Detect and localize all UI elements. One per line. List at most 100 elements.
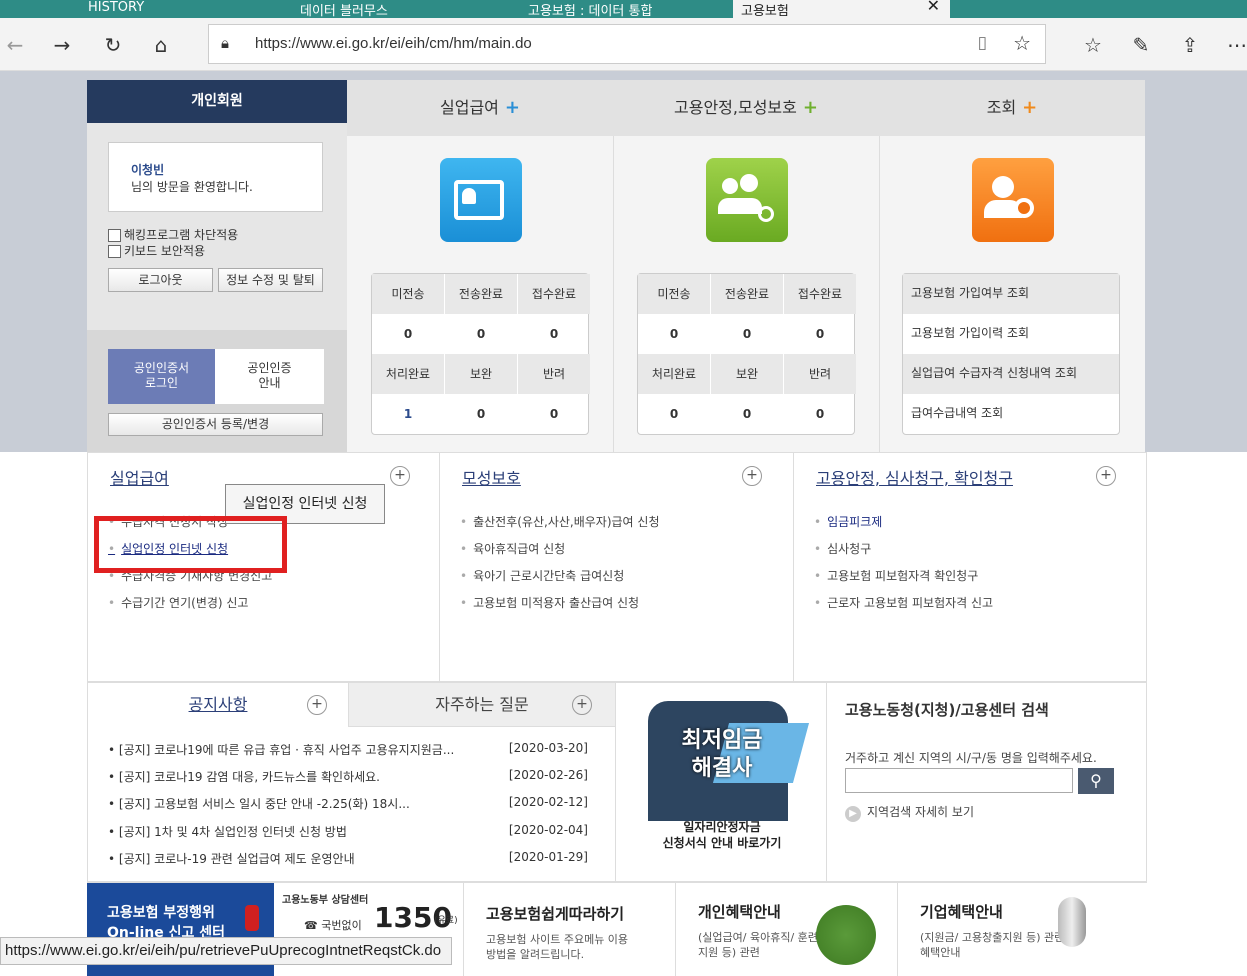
company-benefits-banner[interactable]: 기업혜택안내 (지원금/ 고용창출지원 등) 관련 혜택안내 (898, 883, 1147, 976)
cert-login-button[interactable]: 공인인증서 로그인 (108, 349, 215, 404)
family-stroller-icon[interactable] (706, 158, 788, 242)
favorite-star-icon[interactable]: ☆ (1013, 31, 1031, 55)
minimum-wage-promo[interactable]: 최저임금 해결사 일자리안정자금 신청서식 안내 바로가기 (615, 683, 827, 881)
stat-value[interactable]: 0 (784, 394, 856, 434)
stat-value[interactable]: 0 (784, 314, 856, 354)
cert-guide-line: 안내 (258, 376, 281, 390)
pen-icon[interactable]: ✎ (1126, 30, 1156, 60)
personal-benefits-banner[interactable]: 개인혜택안내 (실업급여/ 육아휴직/ 훈련지원 등) 관련 (676, 883, 898, 976)
tab-label: HISTORY (88, 0, 145, 15)
head-shape (992, 176, 1014, 198)
menu-item[interactable]: 임금피크제 (814, 513, 882, 530)
inquiry-item[interactable]: 실업급여 수급자격 신청내역 조회 (903, 354, 1119, 394)
stat-value[interactable]: 0 (445, 314, 517, 354)
back-icon[interactable]: ← (0, 30, 30, 60)
menu-title-maternity[interactable]: 모성보호 (462, 465, 521, 489)
alarm-icon (245, 905, 259, 931)
refresh-icon[interactable]: ↻ (98, 30, 128, 60)
cert-register-button[interactable]: 공인인증서 등록/변경 (108, 413, 323, 436)
favorites-list-icon[interactable]: ☆ (1078, 30, 1108, 60)
promo-headline: 최저임금 해결사 (638, 727, 806, 783)
more-icon[interactable]: ⋯ (1222, 30, 1247, 60)
stat-value[interactable]: 1 (372, 394, 444, 434)
person-search-icon[interactable] (972, 158, 1054, 242)
stat-value[interactable]: 0 (445, 394, 517, 434)
notice-section: 공지사항 + 자주하는 질문 + • [공지] 코로나19에 따른 유급 휴업 … (87, 682, 1147, 882)
microphone-icon (1058, 897, 1086, 947)
menu-maternity: 모성보호 + 출산전후(유산,사산,배우자)급여 신청 육아휴직급여 신청 육아… (440, 453, 794, 681)
region-detail-link[interactable]: ▶ 지역검색 자세히 보기 (845, 803, 974, 822)
home-icon[interactable]: ⌂ (146, 30, 176, 60)
menu-item[interactable]: 육아기 근로시간단축 급여신청 (460, 567, 624, 584)
share-icon[interactable]: ⇪ (1175, 30, 1205, 60)
easy-guide-banner[interactable]: 고용보험쉽게따라하기 고용보험 사이트 주요메뉴 이용방법을 알려드립니다. (464, 883, 676, 976)
notice-row[interactable]: • [공지] 코로나-19 관련 실업급여 제도 운영안내 [2020-01-29… (108, 850, 588, 867)
notice-title[interactable]: [공지] 코로나-19 관련 실업급여 제도 운영안내 (119, 852, 355, 866)
checkbox-box[interactable] (108, 245, 121, 258)
menu-title-stability[interactable]: 고용안정, 심사청구, 확인청구 (816, 465, 1013, 489)
browser-tab-active[interactable]: 고용보험 ✕ (733, 0, 950, 18)
more-plus-icon[interactable]: + (742, 466, 762, 486)
menu-item[interactable]: 근로자 고용보험 피보험자격 신고 (814, 594, 993, 611)
stat-label: 전송완료 (445, 274, 517, 314)
hacking-block-checkbox[interactable]: 해킹프로그램 차단적용 (108, 226, 238, 243)
member-header: 개인회원 (87, 80, 347, 123)
menu-item[interactable]: 심사청구 (814, 540, 871, 557)
service-title-stability[interactable]: 고용안정,모성보호 + (613, 80, 879, 136)
inquiry-item[interactable]: 고용보험 가입이력 조회 (903, 314, 1119, 354)
notice-title[interactable]: [공지] 코로나19 감염 대응, 카드뉴스를 확인하세요. (119, 770, 380, 784)
menu-item[interactable]: 수급기간 연기(변경) 신고 (108, 594, 248, 611)
notice-row[interactable]: • [공지] 1차 및 4차 실업인정 인터넷 신청 방법 [2020-02-04… (108, 823, 588, 840)
menu-item[interactable]: 고용보험 피보험자격 확인청구 (814, 567, 978, 584)
inquiry-item[interactable]: 고용보험 가입여부 조회 (903, 274, 1119, 314)
stat-value[interactable]: 0 (711, 314, 783, 354)
browser-tab[interactable]: 고용보험 : 데이터 통합 (520, 0, 730, 18)
logout-button[interactable]: 로그아웃 (108, 268, 213, 292)
search-icon[interactable]: ⚲ (1078, 768, 1114, 794)
notice-row[interactable]: • [공지] 코로나19 감염 대응, 카드뉴스를 확인하세요. [2020-02… (108, 768, 588, 785)
reading-view-icon[interactable]: ▯ (978, 33, 987, 53)
phone-icon-line: ☎ 국번없이 (304, 919, 362, 932)
edit-info-button[interactable]: 정보 수정 및 탈퇴 (218, 268, 323, 292)
tab-label: 데이터 블러무스 (300, 4, 388, 18)
highlight-box (94, 516, 287, 573)
close-tab-icon[interactable]: ✕ (927, 0, 940, 15)
notice-date: [2020-02-04] (508, 823, 588, 837)
keyboard-security-checkbox[interactable]: 키보드 보안적용 (108, 242, 205, 259)
address-bar[interactable]: 🔒︎ https://www.ei.go.kr/ei/eih/cm/hm/mai… (208, 24, 1046, 64)
menu-title-unemployment[interactable]: 실업급여 (110, 465, 169, 489)
unemployment-stats-table: 미전송 전송완료 접수완료 0 0 0 처리완료 보완 반려 1 0 0 (371, 273, 590, 435)
menu-item[interactable]: 육아휴직급여 신청 (460, 540, 565, 557)
notice-row[interactable]: • [공지] 코로나19에 따른 유급 휴업 · 휴직 사업주 고용유지지원금.… (108, 741, 588, 758)
url-text[interactable]: https://www.ei.go.kr/ei/eih/cm/hm/main.d… (255, 35, 532, 52)
forward-icon[interactable]: → (47, 30, 77, 60)
stat-value[interactable]: 0 (638, 394, 710, 434)
notice-title[interactable]: [공지] 코로나19에 따른 유급 휴업 · 휴직 사업주 고용유지지원금... (119, 743, 454, 757)
cert-guide-button[interactable]: 공인인증 안내 (215, 349, 324, 404)
inquiry-item[interactable]: 급여수급내역 조회 (903, 394, 1119, 434)
more-plus-icon[interactable]: + (572, 695, 592, 715)
service-title-unemployment[interactable]: 실업급여 + (347, 80, 613, 136)
id-card-icon[interactable] (440, 158, 522, 242)
center-search-input[interactable] (845, 768, 1073, 793)
stat-value[interactable]: 0 (711, 394, 783, 434)
menu-item[interactable]: 고용보험 미적용자 출산급여 신청 (460, 594, 639, 611)
stat-value[interactable]: 0 (372, 314, 444, 354)
menu-item[interactable]: 출산전후(유산,사산,배우자)급여 신청 (460, 513, 659, 530)
more-plus-icon[interactable]: + (307, 695, 327, 715)
head-shape (740, 174, 758, 192)
more-plus-icon[interactable]: + (390, 466, 410, 486)
notice-title[interactable]: [공지] 고용보험 서비스 일시 중단 안내 -2.25(화) 18시... (119, 797, 410, 811)
browser-tab[interactable]: 데이터 블러무스 (292, 0, 512, 18)
link-label: 지역검색 자세히 보기 (867, 805, 974, 819)
checkbox-box[interactable] (108, 229, 121, 242)
stat-value[interactable]: 0 (518, 314, 590, 354)
browser-tab[interactable]: HISTORY (80, 0, 280, 18)
stat-value[interactable]: 0 (638, 314, 710, 354)
service-title-inquiry[interactable]: 조회 + (879, 80, 1145, 136)
notice-title[interactable]: [공지] 1차 및 4차 실업인정 인터넷 신청 방법 (119, 825, 347, 839)
notice-row[interactable]: • [공지] 고용보험 서비스 일시 중단 안내 -2.25(화) 18시...… (108, 795, 588, 812)
body-shape (718, 198, 762, 214)
more-plus-icon[interactable]: + (1096, 466, 1116, 486)
stat-value[interactable]: 0 (518, 394, 590, 434)
